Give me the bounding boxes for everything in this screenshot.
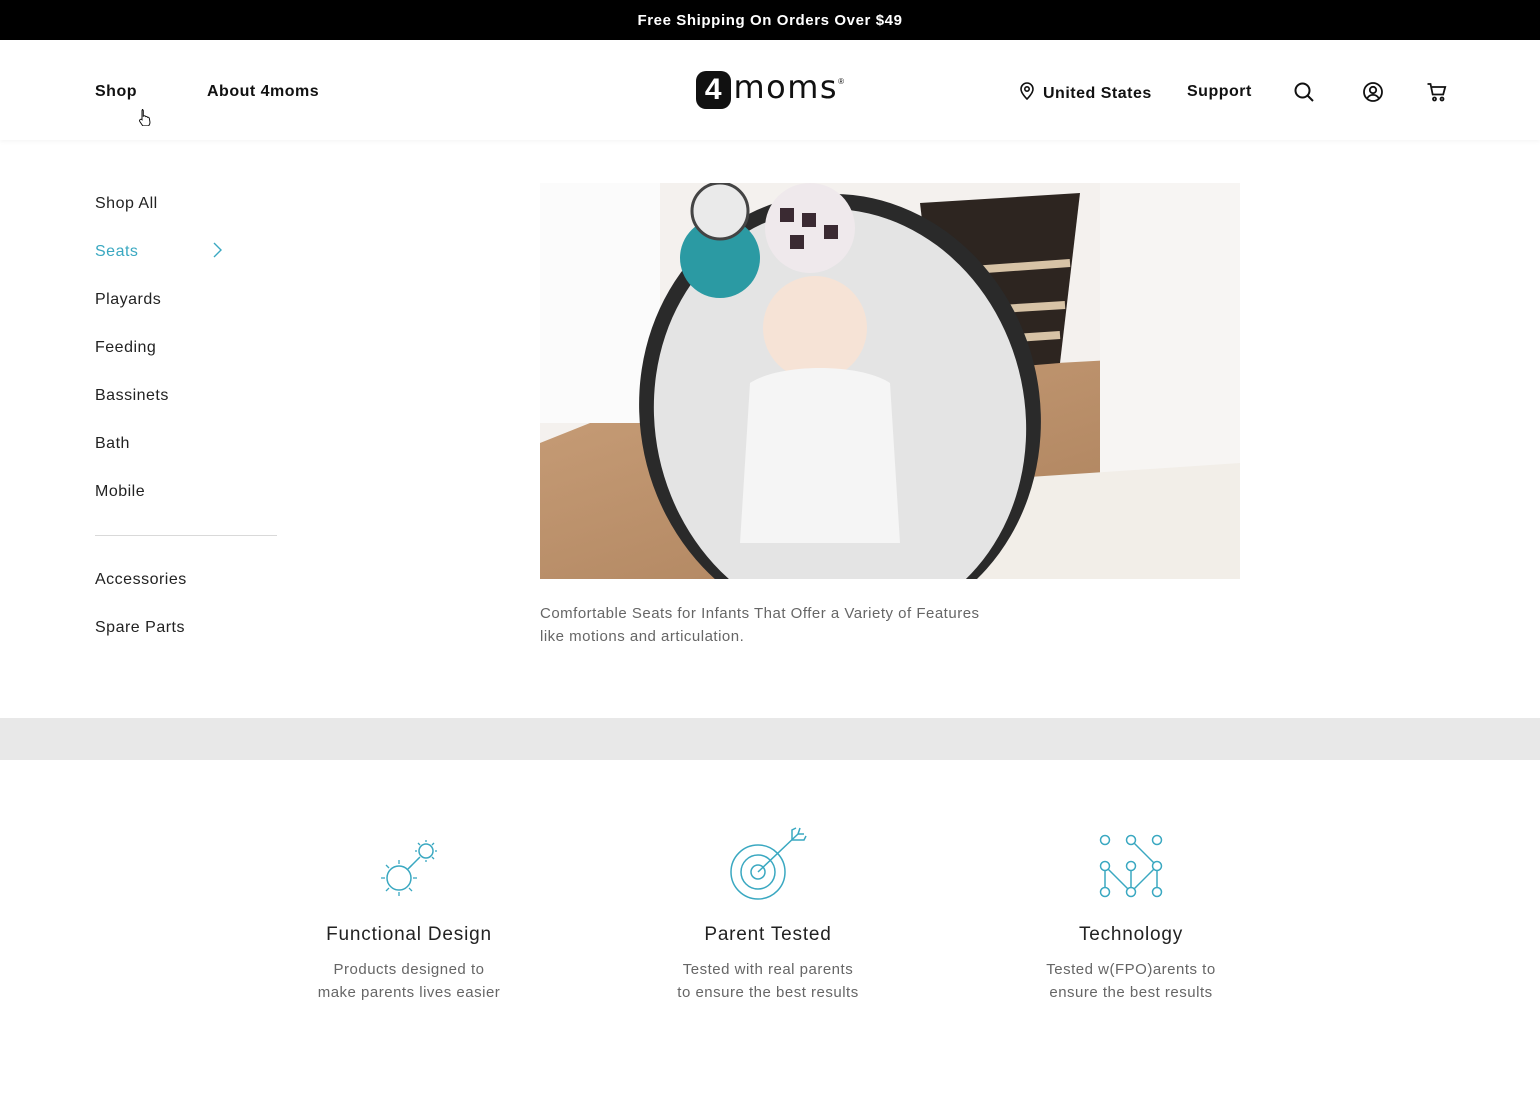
feature-parent-tested: Parent Tested Tested with real parents t…	[638, 827, 898, 1004]
menu-item-label: Mobile	[95, 483, 146, 500]
feature-description: Products designed to make parents lives …	[317, 961, 501, 1001]
menu-item-mobile[interactable]: Mobile	[95, 468, 277, 516]
feature-title: Functional Design	[326, 924, 492, 945]
promo-banner: Free Shipping On Orders Over $49	[0, 0, 1540, 40]
nav-support[interactable]: Support	[1187, 82, 1252, 102]
chevron-right-icon	[213, 242, 222, 263]
promo-text: Free Shipping On Orders Over $49	[637, 11, 903, 29]
nav-shop[interactable]: Shop	[95, 82, 137, 102]
menu-item-bassinets[interactable]: Bassinets	[95, 372, 277, 420]
menu-item-label: Spare Parts	[95, 619, 185, 636]
feature-title: Parent Tested	[704, 924, 832, 945]
menu-item-spare-parts[interactable]: Spare Parts	[95, 604, 277, 652]
shop-category-menu: Shop All Seats Playards Feeding Bassinets Bat…	[95, 180, 277, 652]
locale-selector[interactable]: United States	[1019, 82, 1152, 105]
feature-technology: Technology Tested w(FPO)arents to ensure…	[1001, 830, 1261, 1004]
circuit-icon	[1001, 830, 1261, 902]
feature-description: Tested with real parents to ensure the b…	[677, 961, 859, 1001]
target-icon	[638, 827, 898, 902]
logo-wordmark: moms	[733, 68, 839, 106]
cart-icon[interactable]	[1425, 80, 1449, 104]
menu-item-label: Feeding	[95, 339, 157, 356]
category-hero-image[interactable]	[540, 183, 1240, 579]
menu-item-label: Bath	[95, 435, 130, 452]
feature-description: Tested w(FPO)arents to ensure the best r…	[1046, 961, 1216, 1001]
hero-caption: Comfortable Seats for Infants That Offer…	[540, 605, 980, 645]
locale-label: United States	[1043, 84, 1152, 102]
menu-item-label: Shop All	[95, 195, 158, 212]
menu-item-seats[interactable]: Seats	[95, 228, 277, 276]
section-divider-band	[0, 718, 1540, 760]
feature-title: Technology	[1078, 924, 1184, 945]
menu-item-shop-all[interactable]: Shop All	[95, 180, 277, 228]
logo-trademark: ®	[838, 76, 844, 86]
menu-item-playards[interactable]: Playards	[95, 276, 277, 324]
menu-divider	[95, 535, 277, 536]
site-header: Shop About 4moms 4 moms ® United States …	[0, 40, 1540, 140]
account-icon[interactable]	[1361, 80, 1385, 104]
menu-item-label: Accessories	[95, 571, 187, 588]
gears-icon	[279, 830, 539, 902]
search-icon[interactable]	[1292, 80, 1316, 104]
menu-item-label: Playards	[95, 291, 162, 308]
menu-item-feeding[interactable]: Feeding	[95, 324, 277, 372]
menu-item-bath[interactable]: Bath	[95, 420, 277, 468]
nav-about[interactable]: About 4moms	[207, 82, 319, 102]
menu-item-accessories[interactable]: Accessories	[95, 556, 277, 604]
brand-logo[interactable]: 4 moms ®	[696, 70, 844, 110]
menu-item-label: Seats	[95, 243, 139, 260]
logo-badge: 4	[696, 71, 731, 109]
location-pin-icon	[1019, 82, 1035, 105]
feature-functional-design: Functional Design Products designed to m…	[279, 830, 539, 1004]
menu-item-label: Bassinets	[95, 387, 169, 404]
hand-cursor-icon	[137, 108, 153, 127]
